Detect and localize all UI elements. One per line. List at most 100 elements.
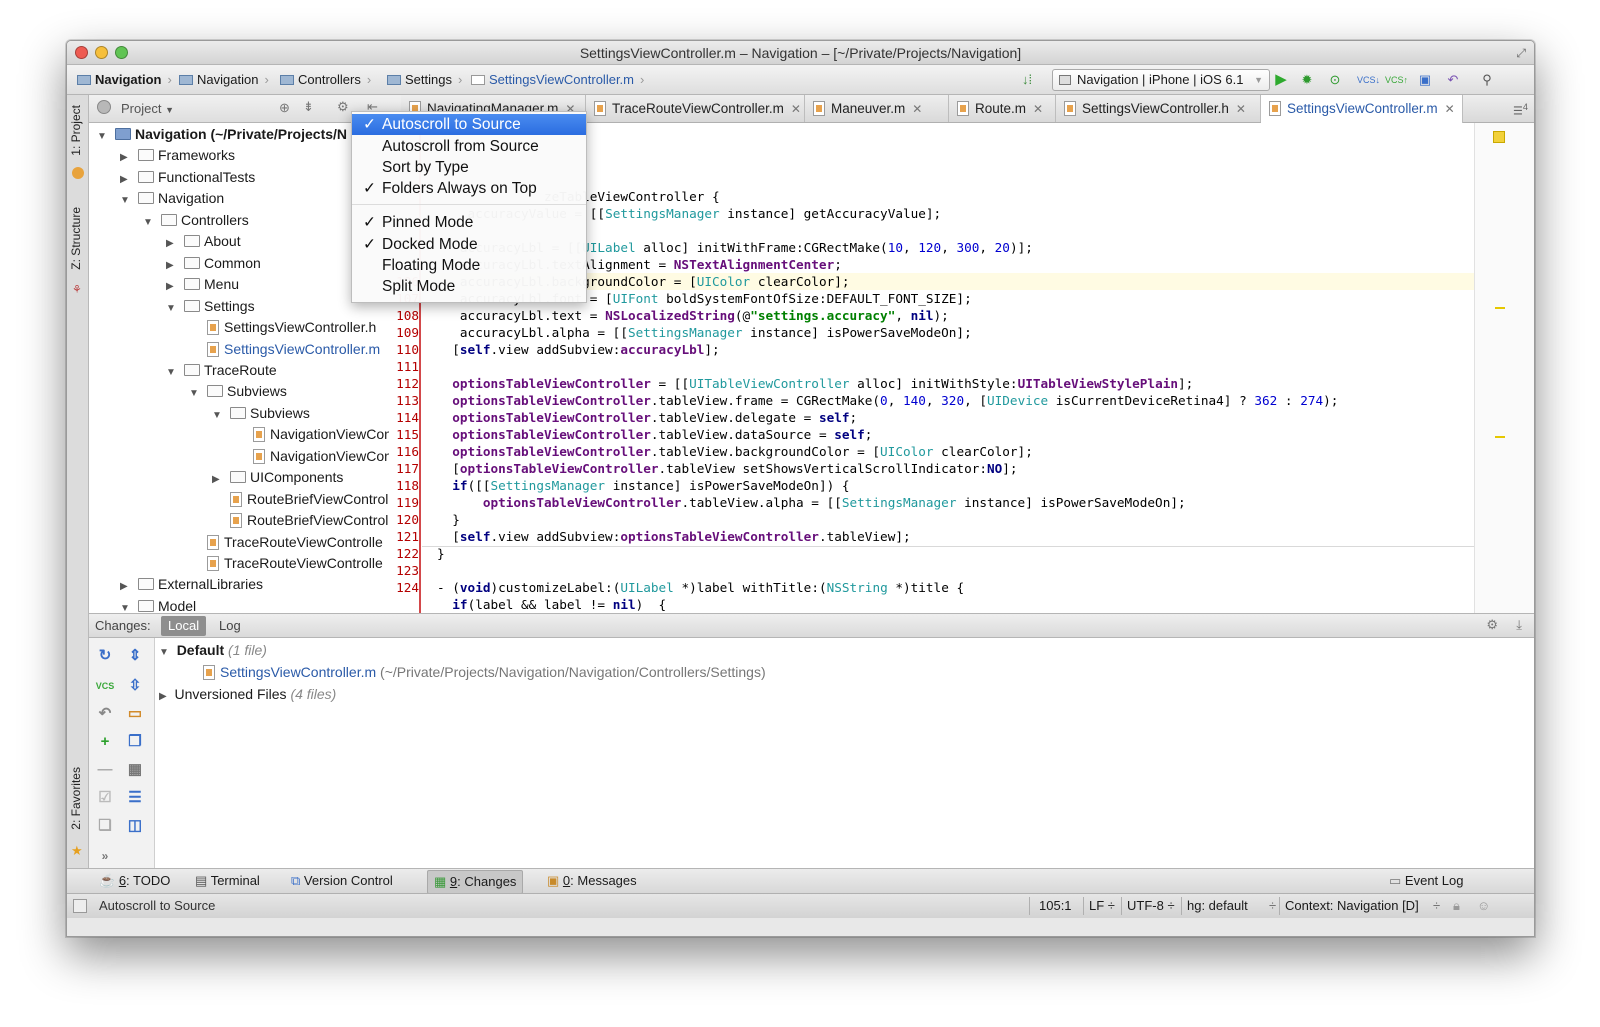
project-tool-tab[interactable]: 1: Project	[69, 105, 83, 156]
tab-file[interactable]: Route.m ✕	[949, 95, 1056, 122]
menu-item[interactable]: Floating Mode	[352, 255, 586, 276]
update-project-icon[interactable]: ↓⁞	[1017, 70, 1037, 90]
tree-item[interactable]: TraceRouteViewControlle	[189, 553, 383, 574]
expand-all-icon[interactable]: ⇕	[125, 646, 145, 666]
expanded-arrow-icon[interactable]: ▼	[120, 598, 132, 613]
menu-item[interactable]: Sort by Type	[352, 157, 586, 178]
tab-file[interactable]: TraceRouteViewController.m ✕	[586, 95, 805, 122]
warning-marker[interactable]	[1495, 307, 1505, 309]
expanded-arrow-icon[interactable]: ▼	[166, 298, 178, 319]
encoding-select[interactable]: UTF-8 ÷	[1127, 898, 1175, 913]
event-log-tool-button[interactable]: ▭ Event Log	[1389, 873, 1463, 889]
structure-tool-tab[interactable]: Z: Structure	[69, 207, 83, 270]
breadcrumb-file[interactable]: SettingsViewController.m ›	[471, 72, 644, 87]
changelist-default[interactable]: ▼ Default (1 file)	[159, 642, 267, 658]
expanded-arrow-icon[interactable]: ▼	[166, 362, 178, 383]
minimize-window-button[interactable]	[95, 46, 108, 59]
tree-item[interactable]: ▶ About	[166, 231, 241, 252]
run-configuration-select[interactable]: Navigation | iPhone | iOS 6.1 ▼	[1052, 69, 1270, 91]
tree-item[interactable]: ▶ Frameworks	[120, 145, 235, 166]
changes-tool-button[interactable]: ▦ 9: Changes	[427, 870, 524, 894]
expanded-arrow-icon[interactable]: ▼	[143, 212, 155, 233]
line-separator-select[interactable]: LF ÷	[1089, 898, 1115, 913]
run-icon[interactable]: ▶	[1271, 70, 1291, 90]
tree-item[interactable]: ▶ UIComponents	[212, 467, 343, 488]
inspector-icon[interactable]: ☺	[1477, 898, 1490, 913]
menu-item[interactable]: ✓ Pinned Mode	[352, 212, 586, 233]
revert-icon[interactable]: ↶	[1443, 70, 1463, 90]
close-icon[interactable]: ✕	[912, 102, 922, 116]
tree-item[interactable]: RouteBriefViewControl	[212, 489, 388, 510]
unversioned-files[interactable]: ▶ Unversioned Files (4 files)	[159, 686, 336, 702]
close-icon[interactable]: ✕	[1445, 102, 1455, 116]
menu-item[interactable]: ✓ Docked Mode	[352, 234, 586, 255]
tab-active-file[interactable]: SettingsViewController.m ✕	[1261, 95, 1463, 123]
favorites-tool-tab[interactable]: 2: Favorites	[69, 767, 83, 830]
lock-icon[interactable]: 🔒︎	[1453, 898, 1460, 914]
tree-item[interactable]: ▼ TraceRoute	[166, 360, 277, 381]
rollback-icon[interactable]: ↶	[95, 704, 115, 724]
expanded-arrow-icon[interactable]: ▼	[120, 190, 132, 211]
tabs-overflow-icon[interactable]: ☰4	[1513, 102, 1528, 118]
menu-item[interactable]: ✓ Autoscroll to Source	[352, 114, 586, 135]
remove-changelist-icon[interactable]: —	[95, 760, 115, 780]
collapsed-arrow-icon[interactable]: ▶	[166, 233, 178, 254]
context-select[interactable]: Context: Navigation [D]	[1285, 898, 1419, 913]
breadcrumb-controllers[interactable]: Controllers ›	[280, 72, 371, 87]
compare-icon[interactable]: ▣	[1415, 70, 1435, 90]
expanded-arrow-icon[interactable]: ▼	[212, 405, 224, 426]
tree-item[interactable]: ▼ Navigation (~/Private/Projects/N	[97, 124, 347, 145]
scroll-from-source-icon[interactable]: ⊕	[279, 100, 290, 116]
copy-icon[interactable]: ❐	[125, 732, 145, 752]
messages-tool-button[interactable]: ▣ 0: Messages	[547, 873, 637, 889]
zoom-window-button[interactable]	[115, 46, 128, 59]
new-changelist-icon[interactable]: +	[95, 732, 115, 752]
tree-item[interactable]: ▼ Subviews	[212, 403, 310, 424]
tree-item[interactable]: ▶ FunctionalTests	[120, 167, 255, 188]
vcs-commit-icon[interactable]: VCS↑	[1385, 70, 1408, 90]
tree-item[interactable]: NavigationViewCon	[235, 424, 389, 445]
vcs-branch[interactable]: hg: default	[1187, 898, 1248, 913]
tree-item[interactable]: TraceRouteViewControlle	[189, 532, 383, 553]
tab-log[interactable]: Log	[219, 618, 241, 633]
tree-item[interactable]: ▼ Model	[120, 596, 196, 613]
terminal-tool-button[interactable]: ▤ Terminal	[195, 873, 260, 889]
tree-item[interactable]: RouteBriefViewControl	[212, 510, 388, 531]
tab-file[interactable]: SettingsViewController.h ✕	[1056, 95, 1261, 122]
changed-file-row[interactable]: SettingsViewController.m (~/Private/Proj…	[203, 664, 766, 680]
gear-icon[interactable]: ⚙	[1486, 617, 1498, 633]
hide-panel-icon[interactable]: ⤓	[1516, 617, 1522, 633]
expanded-arrow-icon[interactable]: ▼	[189, 383, 201, 404]
breadcrumb-project[interactable]: Navigation ›	[77, 72, 172, 87]
commit-icon[interactable]: VCS	[95, 676, 115, 696]
shelve-icon[interactable]: ▭	[125, 704, 145, 724]
close-window-button[interactable]	[75, 46, 88, 59]
collapsed-arrow-icon[interactable]: ▶	[166, 255, 178, 276]
project-view-select[interactable]: Project ▼	[121, 101, 174, 116]
tool-windows-quick-access-icon[interactable]	[73, 899, 87, 913]
collapsed-arrow-icon[interactable]: ▶	[166, 276, 178, 297]
collapsed-arrow-icon[interactable]: ▶	[120, 169, 132, 190]
collapsed-arrow-icon[interactable]: ▶	[120, 147, 132, 168]
run-coverage-icon[interactable]: ⊙	[1325, 70, 1345, 90]
collapse-all-icon[interactable]: ⇳	[125, 676, 145, 696]
tree-item[interactable]: ▶ Menu	[166, 274, 239, 295]
collapsed-arrow-icon[interactable]: ▶	[212, 469, 224, 490]
menu-item[interactable]: Autoscroll from Source	[352, 136, 586, 157]
breadcrumb-settings[interactable]: Settings ›	[387, 72, 462, 87]
grid-icon[interactable]: ▦	[125, 760, 145, 780]
tab-file[interactable]: Maneuver.m ✕	[805, 95, 949, 122]
warning-marker[interactable]	[1495, 436, 1505, 438]
caret-position[interactable]: 105:1	[1039, 898, 1072, 913]
fullscreen-icon[interactable]: ⤢	[1516, 41, 1526, 65]
menu-item[interactable]: ✓ Folders Always on Top	[352, 178, 586, 199]
tree-item[interactable]: SettingsViewController.h	[189, 317, 376, 338]
menu-item[interactable]: Split Mode	[352, 276, 586, 297]
tree-item[interactable]: NavigationViewCon	[235, 446, 389, 467]
vcs-update-icon[interactable]: VCS↓	[1357, 70, 1380, 90]
collapse-all-icon[interactable]: ⇟	[303, 99, 314, 115]
close-icon[interactable]: ✕	[791, 102, 801, 116]
tree-item[interactable]: ▼ Settings	[166, 296, 255, 317]
version-control-tool-button[interactable]: ⧉ Version Control	[291, 873, 393, 889]
gear-icon[interactable]: ⚙	[337, 99, 349, 115]
